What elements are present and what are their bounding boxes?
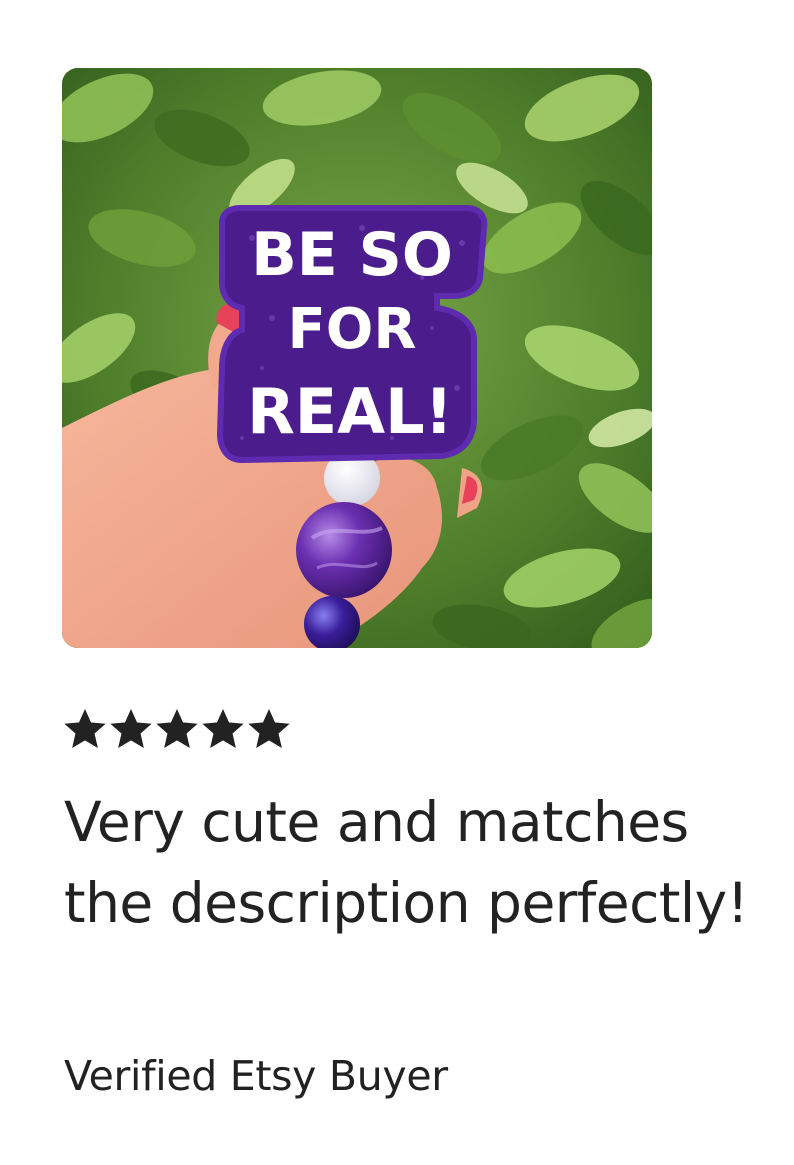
star-icon <box>156 709 198 748</box>
review-card: BE SO FOR REAL! Very cute and matches th… <box>0 0 794 1165</box>
review-photo[interactable]: BE SO FOR REAL! <box>62 68 652 648</box>
star-icon <box>202 709 244 748</box>
star-icon <box>248 709 290 748</box>
review-text: Very cute and matches the description pe… <box>64 790 749 935</box>
badge-line-1: BE SO <box>251 220 453 290</box>
reviewer-name: Verified Etsy Buyer <box>64 1052 448 1100</box>
star-icon <box>110 709 152 748</box>
badge-line-2: FOR <box>288 297 417 362</box>
star-icon <box>64 709 106 748</box>
badge-line-3: REAL! <box>247 375 453 448</box>
review-photo-image: BE SO FOR REAL! <box>62 68 652 648</box>
star-rating <box>64 708 290 750</box>
be-so-for-real-badge: BE SO FOR REAL! <box>216 205 488 464</box>
